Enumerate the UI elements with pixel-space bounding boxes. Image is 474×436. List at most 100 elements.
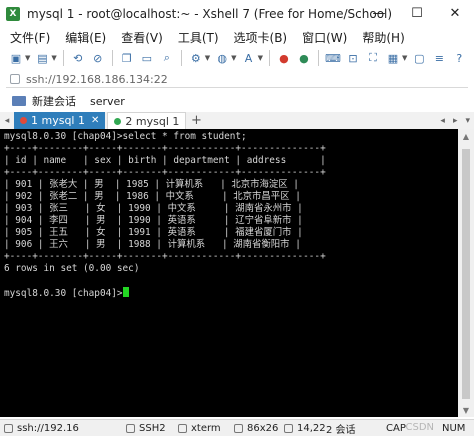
terminal-line: mysql8.0.30 [chap04]>select * from stude…	[4, 131, 247, 142]
status-sessions: 2 会话	[326, 421, 356, 436]
font-icon[interactable]: A	[241, 50, 257, 66]
script-icon[interactable]: ≡	[431, 50, 447, 66]
new-session-dropdown-icon[interactable]: ▼	[25, 54, 30, 62]
copy-icon[interactable]: ❐	[119, 50, 135, 66]
terminal-line: | 903 | 张三 | 女 | 1990 | 中文系 | 湖南省永州市 |	[4, 203, 303, 214]
menu-window[interactable]: 窗口(W)	[302, 29, 347, 46]
tab-list-icon[interactable]: ▾	[465, 116, 470, 126]
new-session-icon[interactable]	[12, 96, 26, 106]
menu-tabs[interactable]: 选项卡(B)	[234, 29, 288, 46]
scroll-up-icon[interactable]: ▲	[458, 129, 474, 143]
status-size: 86x26	[234, 423, 278, 434]
scroll-down-icon[interactable]: ▼	[458, 403, 474, 417]
open-folder-dropdown-icon[interactable]: ▼	[51, 54, 56, 62]
window-controls: — ☐ ✕	[360, 0, 474, 27]
paste-icon[interactable]: ▭	[139, 50, 155, 66]
minimize-button[interactable]: —	[360, 0, 398, 27]
title-bar: X mysql 1 - root@localhost:~ - Xshell 7 …	[0, 0, 474, 27]
add-tab-button[interactable]: +	[188, 112, 204, 129]
maximize-button[interactable]: ☐	[398, 0, 436, 27]
terminal-line: 6 rows in set (0.00 sec)	[4, 263, 140, 274]
xftp-icon[interactable]: ●	[276, 50, 292, 66]
tab-bar: ◂ 1 mysql 1 ✕ 2 mysql 1 + ◂ ▸ ▾	[0, 112, 474, 129]
terminal-line: | 904 | 李四 | 男 | 1990 | 英语系 | 辽宁省阜新市 |	[4, 215, 303, 226]
help-icon[interactable]: ?	[451, 50, 467, 66]
fullscreen-icon[interactable]: ⛶	[365, 50, 381, 66]
tab-mysql-1[interactable]: 1 mysql 1 ✕	[14, 112, 106, 129]
terminal-icon	[178, 423, 187, 433]
terminal-line: +----+--------+-----+-------+-----------…	[4, 167, 326, 178]
tab-close-icon[interactable]: ✕	[91, 115, 99, 126]
menu-file[interactable]: 文件(F)	[10, 29, 50, 46]
status-dot-icon	[114, 117, 122, 125]
terminal-prompt-line: mysql8.0.30 [chap04]>	[4, 287, 458, 299]
terminal-scrollbar[interactable]: ▲ ▼	[458, 129, 474, 417]
globe-dropdown-icon[interactable]: ▼	[231, 54, 236, 62]
status-caps: CAP	[386, 423, 406, 434]
status-position-text: 14,22	[297, 422, 326, 434]
terminal-cursor	[122, 287, 129, 297]
tab-mysql-2[interactable]: 2 mysql 1	[107, 112, 187, 129]
open-folder-icon[interactable]: ▤	[34, 50, 50, 66]
terminal-prompt: mysql8.0.30 [chap04]>	[4, 288, 123, 299]
close-button[interactable]: ✕	[436, 0, 474, 27]
terminal-line: | 902 | 张老二 | 男 | 1986 | 中文系 | 北京市昌平区 |	[4, 191, 301, 202]
disconnect-icon[interactable]: ⊘	[90, 50, 106, 66]
terminal-line: | id | name | sex | birth | department |…	[4, 155, 326, 166]
window-title: mysql 1 - root@localhost:~ - Xshell 7 (F…	[27, 6, 393, 21]
new-session-icon[interactable]: ▣	[8, 50, 24, 66]
address-bar[interactable]: ssh://192.168.186.134:22	[6, 71, 468, 88]
status-size-text: 86x26	[247, 422, 279, 434]
terminal-line: | 906 | 王六 | 男 | 1988 | 计算机系 | 湖南省衡阳市 |	[4, 239, 301, 250]
tab-next-icon[interactable]: ▸	[453, 116, 458, 126]
status-sessions-text: 2 会话	[326, 424, 356, 436]
terminal-line: +----+--------+-----+-------+-----------…	[4, 251, 326, 262]
menu-edit[interactable]: 编辑(E)	[65, 29, 106, 46]
globe-icon[interactable]: ◍	[214, 50, 230, 66]
menu-bar: 文件(F) 编辑(E) 查看(V) 工具(T) 选项卡(B) 窗口(W) 帮助(…	[0, 27, 474, 47]
server-session-link[interactable]: server	[90, 95, 125, 108]
session-bar: 新建会话 server	[0, 91, 474, 111]
find-icon[interactable]: ⌕	[159, 50, 175, 66]
properties-icon[interactable]: ⚙	[188, 50, 204, 66]
layout-icon[interactable]: ▦	[385, 50, 401, 66]
size-icon	[234, 423, 243, 433]
lock-icon[interactable]: ⊡	[345, 50, 361, 66]
chat-icon[interactable]: ▢	[411, 50, 427, 66]
terminal-line: | 901 | 张老大 | 男 | 1985 | 计算机系 | 北京市海淀区 |	[4, 179, 299, 190]
status-bar: ssh://192.16 SSH2 xterm 86x26 14,22 2 会话…	[0, 419, 474, 436]
terminal-line: +----+--------+-----+-------+-----------…	[4, 143, 326, 154]
status-position: 14,22	[284, 423, 326, 434]
address-input[interactable]: ssh://192.168.186.134:22	[26, 73, 168, 86]
status-protocol-text: SSH2	[139, 422, 166, 434]
toolbar-separator	[268, 50, 270, 66]
cursor-position-icon	[284, 423, 293, 433]
reconnect-icon[interactable]: ⟲	[70, 50, 86, 66]
scroll-thumb[interactable]	[462, 149, 470, 399]
tab-label: 1 mysql 1	[31, 114, 85, 127]
new-session-link[interactable]: 新建会话	[32, 93, 76, 109]
toolbar-separator	[62, 50, 64, 66]
menu-help[interactable]: 帮助(H)	[362, 29, 404, 46]
toolbar: ▣ ▼ ▤ ▼ ⟲ ⊘ ❐ ▭ ⌕ ⚙ ▼ ◍ ▼ A ▼ ● ● ⌨ ⊡ ⛶ …	[0, 47, 474, 69]
toolbar-separator	[317, 50, 319, 66]
font-dropdown-icon[interactable]: ▼	[258, 54, 263, 62]
pin-icon[interactable]: ◂	[0, 112, 14, 129]
status-terminal: xterm	[178, 423, 221, 434]
menu-view[interactable]: 查看(V)	[121, 29, 163, 46]
menu-tools[interactable]: 工具(T)	[178, 29, 219, 46]
status-dot-icon	[20, 117, 27, 124]
tab-prev-icon[interactable]: ◂	[440, 116, 445, 126]
keyboard-icon[interactable]: ⌨	[325, 50, 341, 66]
layout-dropdown-icon[interactable]: ▼	[402, 54, 407, 62]
terminal-output[interactable]: mysql8.0.30 [chap04]>select * from stude…	[0, 129, 458, 417]
properties-dropdown-icon[interactable]: ▼	[205, 54, 210, 62]
protocol-icon	[126, 423, 135, 433]
xftp-transfer-icon[interactable]: ●	[296, 50, 312, 66]
status-connection: ssh://192.16	[4, 423, 79, 434]
status-terminal-text: xterm	[191, 422, 221, 434]
status-connection-text: ssh://192.16	[17, 422, 79, 434]
csdn-watermark: CSDN	[405, 422, 434, 433]
connection-icon	[4, 423, 13, 433]
